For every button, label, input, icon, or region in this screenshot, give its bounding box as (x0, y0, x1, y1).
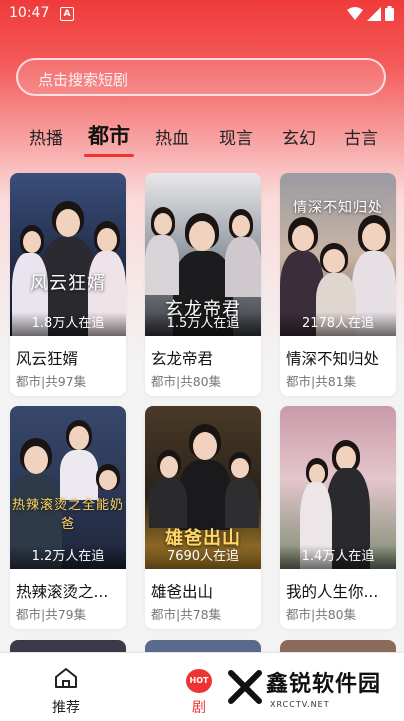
drama-title: 雄爸出山 (151, 583, 214, 601)
drama-card[interactable]: 热辣滚烫之全能奶爸 1.2万人在追 热辣滚烫之... 都市|共79集 (10, 406, 126, 629)
search-input[interactable]: 点击搜索短剧 (16, 58, 386, 96)
watchers-count: 2178人在追 (280, 312, 396, 336)
tab-fantasy[interactable]: 玄幻 (282, 124, 316, 149)
drama-card[interactable]: 玄龙帝君 1.5万人在追 玄龙帝君 都市|共80集 (145, 173, 261, 396)
hot-badge-icon: HOT (186, 669, 212, 693)
watermark-subtext: XRCCTV.NET (270, 700, 330, 709)
watchers-count: 7690人在追 (145, 545, 261, 569)
nav-label-drama: 剧 (192, 700, 206, 716)
drama-meta: 都市|共80集 (286, 607, 357, 622)
drama-title: 热辣滚烫之... (16, 583, 109, 601)
watchers-count: 1.5万人在追 (145, 312, 261, 336)
drama-poster: 情深不知归处 2178人在追 (280, 173, 396, 336)
tab-urban[interactable]: 都市 (88, 120, 130, 150)
active-tab-indicator (84, 154, 134, 157)
nav-label-recommend: 推荐 (52, 700, 80, 716)
battery-icon (385, 6, 394, 21)
drama-title: 风云狂婿 (16, 350, 79, 368)
logo-x-icon (228, 670, 262, 704)
drama-meta: 都市|共78集 (151, 607, 222, 622)
tab-passion[interactable]: 热血 (155, 124, 189, 149)
drama-card[interactable]: 雄爸出山 7690人在追 雄爸出山 都市|共78集 (145, 406, 261, 629)
drama-poster: 风云狂婿 1.8万人在追 (10, 173, 126, 336)
search-placeholder: 点击搜索短剧 (38, 71, 129, 89)
watchers-count: 1.8万人在追 (10, 312, 126, 336)
drama-title: 玄龙帝君 (151, 350, 214, 368)
drama-meta: 都市|共97集 (16, 374, 87, 389)
tab-modern-romance[interactable]: 现言 (219, 124, 253, 149)
drama-poster: 玄龙帝君 1.5万人在追 (145, 173, 261, 336)
notification-icon: A (60, 7, 74, 21)
status-time: 10:47 (9, 5, 50, 21)
status-bar: 10:47 A (0, 0, 404, 28)
home-icon (55, 668, 77, 688)
tab-hot[interactable]: 热播 (29, 124, 63, 149)
watchers-count: 1.2万人在追 (10, 545, 126, 569)
drama-poster: 1.4万人在追 (280, 406, 396, 569)
watermark-text: 鑫锐软件园 (266, 672, 382, 697)
watermark: 鑫锐软件园 XRCCTV.NET (222, 660, 404, 720)
tab-ancient-romance[interactable]: 古言 (344, 124, 378, 149)
drama-title: 情深不知归处 (286, 350, 380, 368)
category-tabs: 热播 都市 热血 现言 玄幻 古言 (0, 118, 404, 162)
status-icons (347, 6, 394, 21)
watchers-count: 1.4万人在追 (280, 545, 396, 569)
drama-card[interactable]: 风云狂婿 1.8万人在追 风云狂婿 都市|共97集 (10, 173, 126, 396)
poster-title: 热辣滚烫之全能奶爸 (11, 498, 124, 532)
drama-card[interactable]: 1.4万人在追 我的人生你... 都市|共80集 (280, 406, 396, 629)
drama-meta: 都市|共79集 (16, 607, 87, 622)
poster-title: 风云狂婿 (30, 273, 106, 294)
drama-poster: 热辣滚烫之全能奶爸 1.2万人在追 (10, 406, 126, 569)
signal-icon (367, 6, 381, 21)
drama-poster: 雄爸出山 7690人在追 (145, 406, 261, 569)
drama-meta: 都市|共80集 (151, 374, 222, 389)
wifi-icon (347, 6, 363, 20)
drama-card[interactable]: 情深不知归处 2178人在追 情深不知归处 都市|共81集 (280, 173, 396, 396)
drama-title: 我的人生你... (286, 583, 379, 601)
poster-title: 情深不知归处 (293, 200, 383, 216)
drama-meta: 都市|共81集 (286, 374, 357, 389)
nav-item-recommend[interactable]: 推荐 (48, 657, 108, 717)
